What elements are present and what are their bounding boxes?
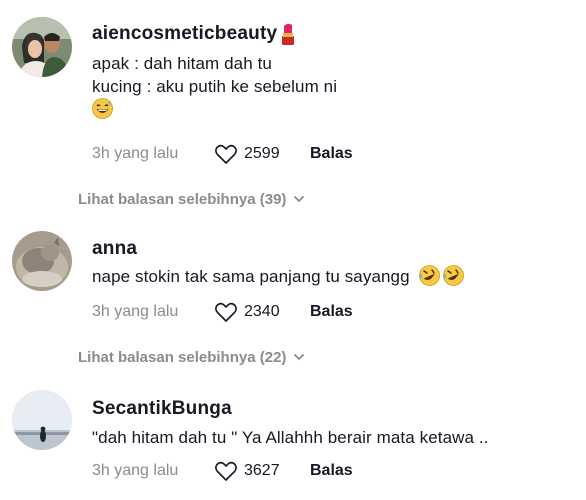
rolling-laughing-emoji-icon bbox=[418, 265, 440, 286]
comment-username[interactable]: anna bbox=[92, 237, 578, 261]
avatar[interactable] bbox=[12, 231, 72, 291]
avatar-image bbox=[12, 17, 72, 77]
comment-text: nape stokin tak sama panjang tu sayangg bbox=[92, 265, 578, 288]
avatar-image bbox=[12, 390, 72, 450]
comment-username[interactable]: aiencosmeticbeauty bbox=[92, 22, 578, 46]
comment-username[interactable]: SecantikBunga bbox=[92, 397, 578, 421]
comment-emoji-line bbox=[92, 98, 578, 121]
like-count: 2599 bbox=[244, 145, 280, 162]
comment-text: kucing : aku putih ke sebelum ni bbox=[92, 77, 338, 96]
reply-button[interactable]: Balas bbox=[310, 303, 353, 321]
like-button[interactable]: 2340 bbox=[214, 301, 310, 323]
comment-meta: 3h yang lalu 2340 Balas bbox=[92, 300, 353, 324]
view-more-replies[interactable]: Lihat balasan selebihnya (22) bbox=[78, 347, 306, 367]
avatar[interactable] bbox=[12, 17, 72, 77]
lipstick-emoji-icon bbox=[279, 22, 297, 46]
grinning-sweat-emoji-icon bbox=[92, 98, 113, 119]
heart-icon bbox=[215, 302, 237, 322]
comment-text-content: nape stokin tak sama panjang tu sayangg bbox=[92, 267, 410, 286]
comment-time: 3h yang lalu bbox=[92, 303, 179, 320]
comment-text: apak : dah hitam dah tu bbox=[92, 54, 272, 73]
comment-time: 3h yang lalu bbox=[92, 462, 179, 479]
comment-text: "dah hitam dah tu " Ya Allahhh berair ma… bbox=[92, 428, 489, 447]
username-text[interactable]: SecantikBunga bbox=[92, 398, 232, 420]
username-text[interactable]: aiencosmeticbeauty bbox=[92, 23, 277, 45]
rolling-laughing-emoji-icon bbox=[442, 265, 464, 286]
chevron-down-icon bbox=[294, 196, 305, 203]
username-text[interactable]: anna bbox=[92, 238, 137, 260]
comment-meta: 3h yang lalu 3627 Balas bbox=[92, 459, 353, 483]
comment-time: 3h yang lalu bbox=[92, 145, 179, 162]
like-button[interactable]: 2599 bbox=[214, 143, 310, 165]
view-more-replies-label[interactable]: Lihat balasan selebihnya (39) bbox=[78, 191, 286, 208]
like-count: 2340 bbox=[244, 303, 280, 320]
heart-icon bbox=[215, 461, 237, 481]
chevron-down-icon bbox=[294, 354, 305, 361]
view-more-replies[interactable]: Lihat balasan selebihnya (39) bbox=[78, 189, 306, 209]
avatar-image bbox=[12, 231, 72, 291]
like-count: 3627 bbox=[244, 462, 280, 479]
avatar[interactable] bbox=[12, 390, 72, 450]
heart-icon bbox=[215, 144, 237, 164]
like-button[interactable]: 3627 bbox=[214, 460, 310, 482]
comment-meta: 3h yang lalu 2599 Balas bbox=[92, 142, 353, 166]
reply-button[interactable]: Balas bbox=[310, 462, 353, 480]
reply-button[interactable]: Balas bbox=[310, 145, 353, 163]
view-more-replies-label[interactable]: Lihat balasan selebihnya (22) bbox=[78, 349, 286, 366]
